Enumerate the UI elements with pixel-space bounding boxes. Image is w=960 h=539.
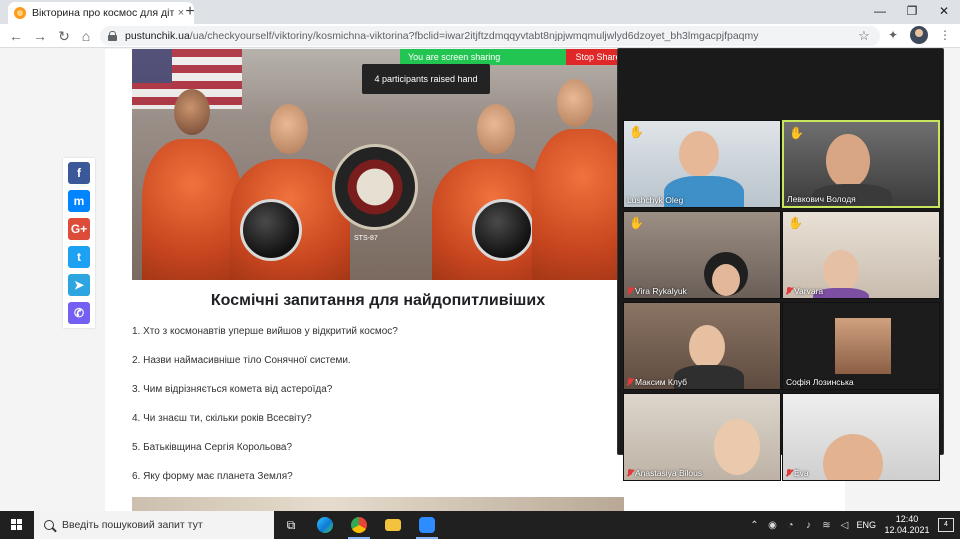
system-tray: ⌃ ◉ ◔ ♪ ≋ ◁ ENG 12:40 12.04.2021 4	[748, 511, 960, 539]
participant-tile[interactable]: Anastasiya Bilous	[623, 393, 781, 481]
raised-hand-icon: ✋	[629, 125, 644, 139]
url-text[interactable]: pustunchik.ua/ua/checkyourself/viktoriny…	[125, 30, 856, 42]
participant-tile[interactable]: ✋ Varvara	[782, 211, 940, 299]
participant-name: Максим Клуб	[627, 377, 687, 387]
participant-profile-photo	[835, 318, 891, 374]
raised-hand-icon: ✋	[629, 216, 644, 230]
zoom-gallery: ✋ Lushchyk Oleg ✋ Левкович Володя ✋ Vira…	[617, 48, 944, 481]
participant-name: Varvara	[786, 286, 823, 296]
volume-icon[interactable]: ◁	[838, 520, 850, 531]
browser-tab-strip: Вікторина про космос для дітей × + — ❐ ✕	[0, 0, 960, 24]
windows-taskbar: Введіть пошуковий запит тут ⧉ ⌃ ◉ ◔ ♪ ≋ …	[0, 511, 960, 539]
question-item: 4. Чи знаєш ти, скільки років Всесвіту?	[132, 413, 312, 424]
question-list: 1. Хто з космонавтів уперше вийшов у від…	[132, 326, 612, 500]
participant-name: Eva	[786, 468, 809, 478]
mic-muted-icon	[786, 287, 792, 295]
address-bar[interactable]: pustunchik.ua/ua/checkyourself/viktoriny…	[100, 26, 880, 46]
raised-hand-notice: 4 participants raised hand	[362, 64, 490, 94]
social-share-bar: f m G+ t ➤ ✆	[63, 158, 95, 328]
question-item: 5. Батьківщина Сергія Корольова?	[132, 442, 293, 453]
telegram-share-button[interactable]: ➤	[68, 274, 90, 296]
browser-toolbar: ← → ↻ ⌂ pustunchik.ua/ua/checkyourself/v…	[0, 24, 960, 48]
lock-icon[interactable]	[108, 31, 117, 41]
people-icon[interactable]: ⌃	[748, 520, 760, 531]
chrome-icon[interactable]	[342, 511, 376, 539]
minimize-button[interactable]: —	[864, 0, 896, 24]
taskbar-search-input[interactable]: Введіть пошуковий запит тут	[34, 511, 274, 539]
site-favicon-icon	[14, 7, 26, 19]
browser-tab[interactable]: Вікторина про космос для дітей ×	[8, 2, 194, 24]
clock[interactable]: 12:40 12.04.2021	[882, 514, 932, 536]
mic-muted-icon	[627, 378, 633, 386]
back-arrow-icon[interactable]: ←	[6, 26, 26, 46]
gallery-next-arrow-icon[interactable]: ›	[936, 249, 941, 265]
clock-date: 12.04.2021	[884, 525, 930, 535]
participant-tile[interactable]: Eva	[782, 393, 940, 481]
windows-start-icon[interactable]	[0, 511, 34, 539]
close-window-button[interactable]: ✕	[928, 0, 960, 24]
edge-icon[interactable]	[308, 511, 342, 539]
participant-name: Anastasiya Bilous	[627, 468, 702, 478]
participant-tile[interactable]: Софія Лозинська	[782, 302, 940, 390]
notifications-icon[interactable]: 4	[938, 518, 954, 532]
next-image-preview	[132, 497, 624, 511]
menu-dots-icon[interactable]: ⋮	[936, 26, 954, 44]
clock-time: 12:40	[895, 514, 919, 524]
question-item: 6. Яку форму має планета Земля?	[132, 471, 293, 482]
messenger-share-button[interactable]: m	[68, 190, 90, 212]
forward-arrow-icon[interactable]: →	[30, 26, 50, 46]
participant-tile[interactable]: ✋ Vira Rykalyuk	[623, 211, 781, 299]
microphone-icon[interactable]: ♪	[802, 520, 814, 531]
question-item: 3. Чим відрізняється комета від астероїд…	[132, 384, 333, 395]
raised-hand-icon: ✋	[789, 126, 804, 140]
raised-hand-icon: ✋	[788, 216, 803, 230]
zoom-share-bar: You are screen sharing Stop Share	[400, 49, 630, 65]
mic-muted-icon	[786, 469, 792, 477]
new-tab-button[interactable]: +	[180, 3, 200, 21]
reload-icon[interactable]: ↻	[54, 26, 74, 46]
participant-tile[interactable]: Максим Клуб	[623, 302, 781, 390]
participant-tile-active-speaker[interactable]: ✋ Левкович Володя	[782, 120, 940, 208]
network-icon[interactable]: ◔	[784, 520, 796, 531]
mic-muted-icon	[627, 287, 633, 295]
home-icon[interactable]: ⌂	[76, 26, 96, 46]
screen-sharing-status[interactable]: You are screen sharing	[400, 49, 566, 65]
extensions-icon[interactable]: ✦	[884, 26, 902, 44]
question-item: 1. Хто з космонавтів уперше вийшов у від…	[132, 326, 398, 337]
participant-name: Левкович Володя	[787, 194, 856, 204]
section-title: Космічні запитання для найдопитливіших	[210, 292, 546, 309]
facebook-share-button[interactable]: f	[68, 162, 90, 184]
zoom-tray-icon[interactable]: ◉	[766, 520, 778, 531]
zoom-app-icon[interactable]	[410, 511, 444, 539]
bookmark-star-icon[interactable]: ☆	[856, 28, 872, 44]
mission-patch	[332, 144, 418, 230]
participant-name: Vira Rykalyuk	[627, 286, 687, 296]
participant-name: Lushchyk Oleg	[627, 195, 684, 205]
google-plus-share-button[interactable]: G+	[68, 218, 90, 240]
twitter-share-button[interactable]: t	[68, 246, 90, 268]
toolbar-right: ✦ ⋮	[884, 26, 954, 44]
restore-button[interactable]: ❐	[896, 0, 928, 24]
participant-tile[interactable]: ✋ Lushchyk Oleg	[623, 120, 781, 208]
window-controls: — ❐ ✕	[864, 0, 960, 24]
search-icon	[44, 520, 54, 530]
participant-name: Софія Лозинська	[786, 377, 854, 387]
question-item: 2. Назви наймасивніше тіло Сонячної сист…	[132, 355, 351, 366]
mission-label: STS-87	[354, 235, 378, 242]
mic-muted-icon	[627, 469, 633, 477]
wifi-icon[interactable]: ≋	[820, 520, 832, 531]
file-explorer-icon[interactable]	[376, 511, 410, 539]
language-indicator[interactable]: ENG	[856, 520, 876, 530]
task-view-icon[interactable]: ⧉	[274, 511, 308, 539]
viber-share-button[interactable]: ✆	[68, 302, 90, 324]
tab-title: Вікторина про космос для дітей	[32, 7, 174, 19]
profile-avatar[interactable]	[910, 26, 928, 44]
